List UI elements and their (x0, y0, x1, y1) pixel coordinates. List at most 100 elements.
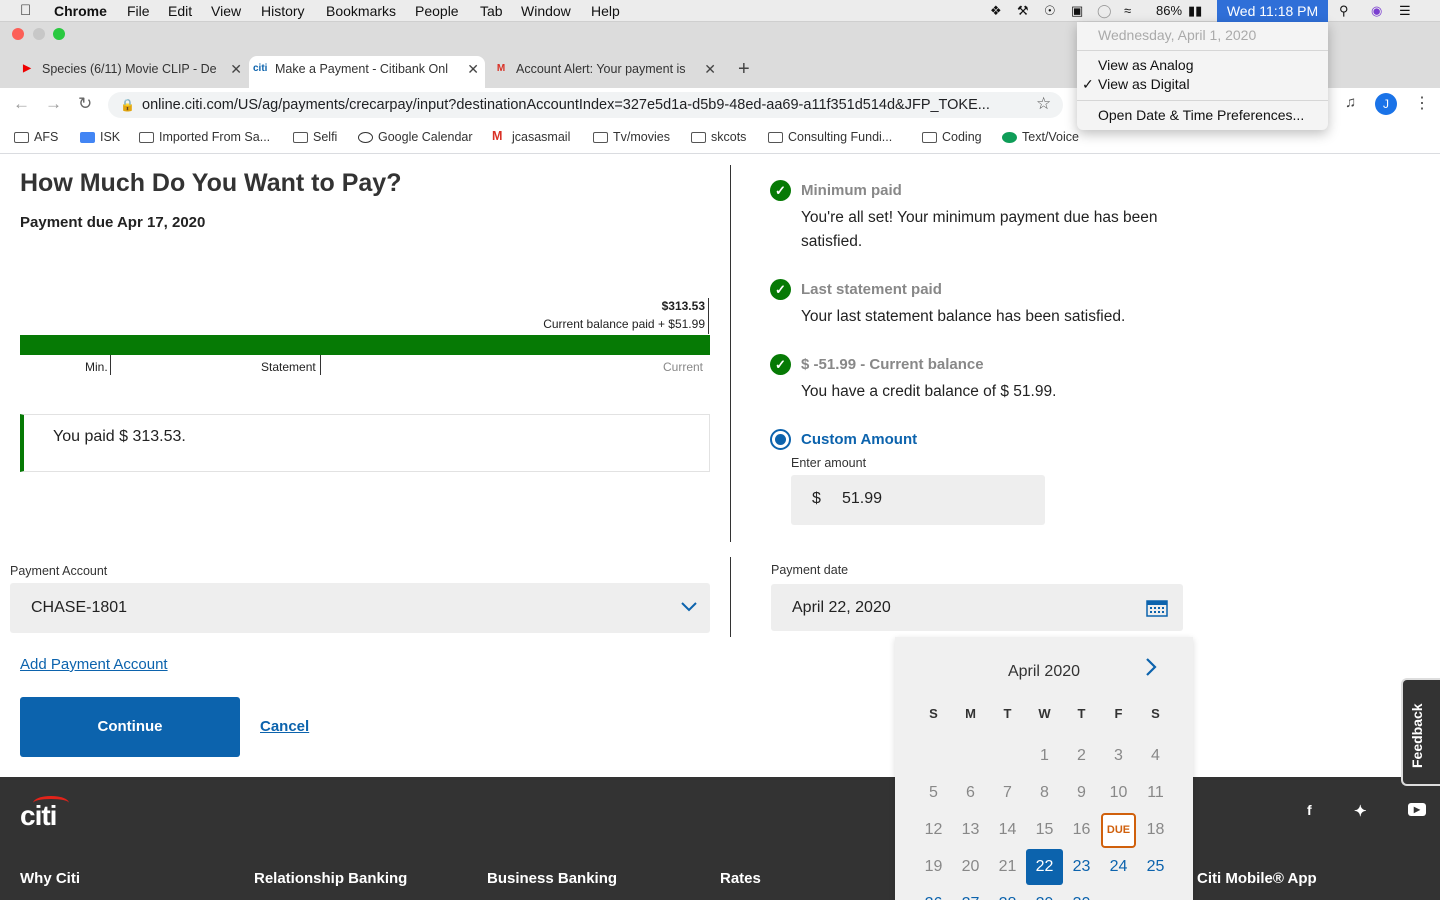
close-tab-icon[interactable]: ✕ (704, 56, 716, 82)
scriptable-icon[interactable]: ❖ (990, 3, 1002, 19)
menu-window[interactable]: Window (521, 3, 571, 19)
bookmark-jcasasmail[interactable]: Mjcasasmail (492, 129, 570, 144)
calendar-day[interactable]: 25 (1137, 849, 1174, 885)
custom-amount-label[interactable]: Custom Amount (801, 431, 917, 448)
bookmark-afs[interactable]: AFS (14, 130, 58, 144)
bookmark-consulting[interactable]: Consulting Fundi... (768, 130, 892, 144)
airdrop-icon[interactable]: ☉ (1044, 3, 1056, 19)
app-menu[interactable]: Chrome (54, 3, 107, 19)
menu-item-view-digital[interactable]: View as Digital (1098, 76, 1190, 92)
bookmark-text-voice[interactable]: Text/Voice (1002, 130, 1079, 144)
menu-item-view-analog[interactable]: View as Analog (1098, 57, 1193, 73)
reload-icon[interactable]: ↻ (78, 94, 92, 114)
calendar-day[interactable]: 10 (1100, 775, 1137, 811)
calendar-day[interactable]: 13 (952, 812, 989, 848)
bookmark-skcots[interactable]: skcots (691, 130, 746, 144)
twitter-icon[interactable]: ✦ (1354, 802, 1367, 820)
wifi-icon[interactable]: ≈ (1124, 3, 1131, 18)
calendar-day[interactable]: 5 (915, 775, 952, 811)
new-tab-icon[interactable]: + (738, 58, 750, 81)
calendar-day[interactable]: 28 (989, 886, 1026, 900)
sync-icon[interactable]: ◯ (1097, 3, 1112, 19)
bookmark-star-icon[interactable]: ☆ (1036, 94, 1051, 114)
siri-icon[interactable]: ◉ (1371, 3, 1382, 19)
menu-view[interactable]: View (211, 3, 241, 19)
app-status-icon[interactable]: ▣ (1071, 3, 1083, 19)
calendar-day[interactable]: 18 (1137, 812, 1174, 848)
calendar-day[interactable]: 7 (989, 775, 1026, 811)
continue-button[interactable]: Continue (20, 697, 240, 757)
address-bar[interactable]: 🔒 online.citi.com/US/ag/payments/crecarp… (108, 92, 1063, 118)
youtube-icon[interactable]: ▶ (1408, 803, 1426, 816)
close-window-button[interactable] (12, 28, 24, 40)
menu-help[interactable]: Help (591, 3, 620, 19)
payment-account-select[interactable]: CHASE-1801 (10, 583, 710, 633)
tools-icon[interactable]: ⚒ (1017, 3, 1029, 19)
calendar-day[interactable]: 23 (1063, 849, 1100, 885)
footer-relationship-banking[interactable]: Relationship Banking (254, 870, 407, 887)
payment-date-input[interactable]: April 22, 2020 (771, 584, 1183, 631)
tab-youtube[interactable]: ▶ Species (6/11) Movie CLIP - De ✕ (16, 56, 248, 88)
zoom-window-button[interactable] (53, 28, 65, 40)
spotlight-search-icon[interactable]: ⚲ (1339, 3, 1349, 19)
footer-rates[interactable]: Rates (720, 870, 761, 887)
bookmark-coding[interactable]: Coding (922, 130, 982, 144)
close-tab-icon[interactable]: ✕ (467, 56, 479, 82)
calendar-day[interactable]: 16 (1063, 812, 1100, 848)
battery-percent[interactable]: 86% (1156, 3, 1182, 18)
calendar-day[interactable]: 2 (1063, 738, 1100, 774)
calendar-day[interactable]: 20 (952, 849, 989, 885)
apple-menu-icon[interactable]:  (20, 2, 31, 19)
menu-item-date-time-preferences[interactable]: Open Date & Time Preferences... (1098, 107, 1304, 123)
calendar-day[interactable]: 15 (1026, 812, 1063, 848)
feedback-tab[interactable]: Feedback (1401, 678, 1440, 786)
menu-people[interactable]: People (415, 3, 459, 19)
cancel-link[interactable]: Cancel (260, 718, 309, 735)
calendar-day[interactable]: 24 (1100, 849, 1137, 885)
calendar-day[interactable]: 14 (989, 812, 1026, 848)
footer-business-banking[interactable]: Business Banking (487, 870, 617, 887)
calendar-icon[interactable] (1146, 598, 1168, 617)
calendar-day[interactable]: 8 (1026, 775, 1063, 811)
bookmark-selfi[interactable]: Selfi (293, 130, 337, 144)
chrome-menu-icon[interactable]: ⋮ (1414, 93, 1430, 113)
calendar-day[interactable]: 21 (989, 849, 1026, 885)
bookmark-isk[interactable]: ISK (80, 130, 120, 144)
menu-file[interactable]: File (127, 3, 150, 19)
calendar-day[interactable]: 6 (952, 775, 989, 811)
profile-avatar[interactable]: J (1375, 93, 1397, 115)
calendar-day[interactable]: 27 (952, 886, 989, 900)
calendar-day[interactable]: 1 (1026, 738, 1063, 774)
bookmark-tv-movies[interactable]: Tv/movies (593, 130, 670, 144)
back-icon[interactable]: ← (13, 94, 30, 114)
calendar-day[interactable]: 4 (1137, 738, 1174, 774)
menubar-clock[interactable]: Wed 11:18 PM (1217, 0, 1328, 22)
custom-amount-radio[interactable] (770, 429, 791, 450)
tab-gmail[interactable]: M Account Alert: Your payment is ✕ (490, 56, 722, 88)
add-payment-account-link[interactable]: Add Payment Account (20, 656, 168, 673)
calendar-day-selected[interactable]: 22 (1026, 849, 1063, 885)
notification-center-icon[interactable]: ☰ (1399, 3, 1411, 19)
amount-input[interactable]: $ 51.99 (791, 475, 1045, 525)
minimize-window-button[interactable] (33, 28, 45, 40)
next-month-icon[interactable] (1145, 657, 1157, 677)
forward-icon[interactable]: → (45, 94, 62, 114)
tab-citibank[interactable]: citi Make a Payment - Citibank Onl ✕ (249, 56, 485, 88)
menu-edit[interactable]: Edit (168, 3, 192, 19)
footer-why-citi[interactable]: Why Citi (20, 870, 80, 887)
bookmark-google-calendar[interactable]: Google Calendar (358, 130, 473, 144)
facebook-icon[interactable]: f (1307, 802, 1312, 818)
calendar-day-due[interactable]: DUE (1100, 812, 1137, 848)
battery-icon[interactable]: ▮▮ (1188, 3, 1202, 19)
calendar-day[interactable]: 11 (1137, 775, 1174, 811)
close-tab-icon[interactable]: ✕ (230, 56, 242, 82)
calendar-day[interactable]: 29 (1026, 886, 1063, 900)
menu-bookmarks[interactable]: Bookmarks (326, 3, 396, 19)
calendar-day[interactable]: 9 (1063, 775, 1100, 811)
menu-tab[interactable]: Tab (480, 3, 503, 19)
calendar-day[interactable]: 30 (1063, 886, 1100, 900)
calendar-day[interactable]: 19 (915, 849, 952, 885)
calendar-day[interactable]: 12 (915, 812, 952, 848)
menu-history[interactable]: History (261, 3, 305, 19)
media-control-icon[interactable]: ♫ (1345, 94, 1356, 111)
